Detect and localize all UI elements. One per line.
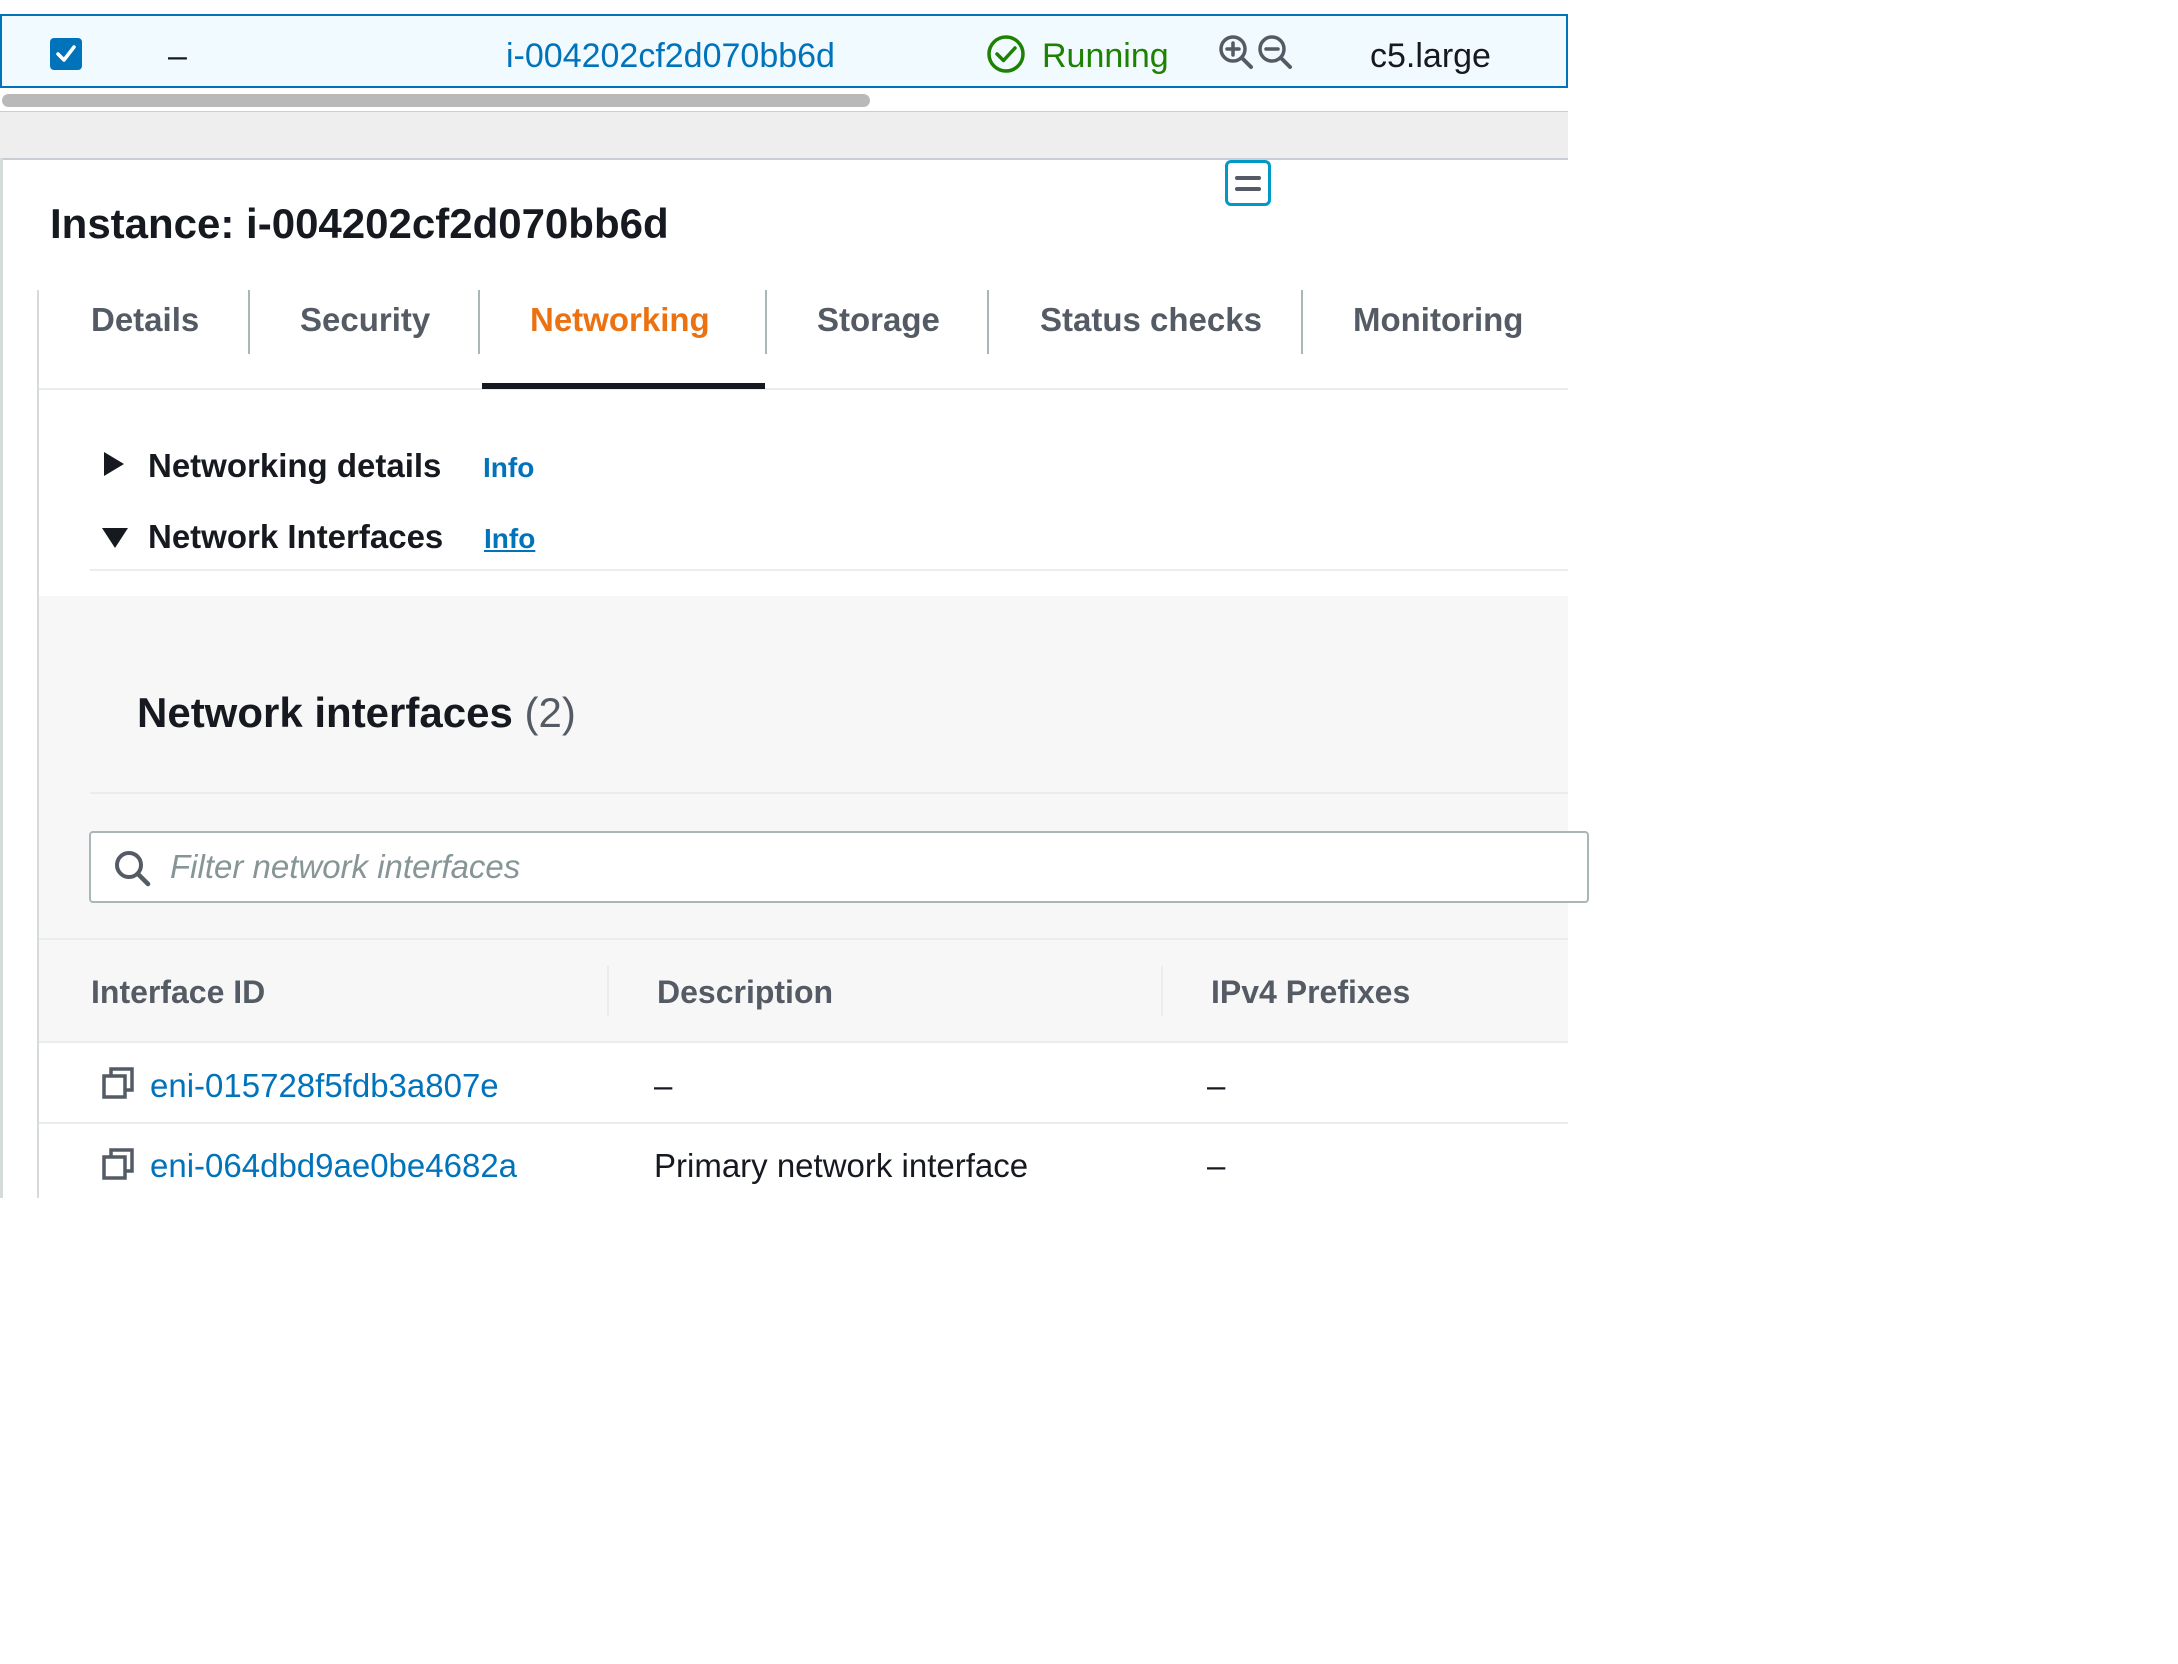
tab-separator — [478, 290, 480, 354]
column-header-interface-id[interactable]: Interface ID — [91, 972, 265, 1012]
instance-id-link[interactable]: i-004202cf2d070bb6d — [506, 36, 835, 76]
caret-right-icon[interactable] — [104, 452, 124, 476]
tab-security[interactable]: Security — [300, 300, 430, 340]
horizontal-scrollbar-thumb[interactable] — [2, 94, 870, 107]
instance-name-cell: – — [168, 37, 187, 75]
interface-id-link[interactable]: eni-015728f5fdb3a807e — [150, 1066, 499, 1106]
description-cell: Primary network interface — [654, 1147, 1029, 1184]
instance-state-text: Running — [1042, 37, 1169, 75]
tab-separator — [765, 290, 767, 354]
tab-details[interactable]: Details — [91, 300, 199, 340]
tab-status-checks[interactable]: Status checks — [1040, 300, 1262, 340]
copy-icon[interactable] — [101, 1066, 137, 1107]
network-interfaces-title: Network interfaces — [137, 689, 513, 736]
table-header-divider — [90, 792, 1568, 794]
interface-id-link[interactable]: eni-064dbd9ae0be4682a — [150, 1146, 517, 1186]
instance-type-cell: c5.large — [1370, 37, 1491, 75]
selected-instance-row[interactable]: – i-004202cf2d070bb6d Running c5.large — [0, 14, 1568, 88]
column-separator[interactable] — [1161, 966, 1163, 1016]
network-interfaces-toggle[interactable]: Network Interfaces — [148, 517, 443, 557]
copy-icon[interactable] — [101, 1147, 137, 1188]
search-icon — [112, 848, 152, 893]
table-top-divider — [39, 938, 1568, 940]
column-header-description[interactable]: Description — [657, 972, 833, 1012]
panel-left-border — [0, 158, 3, 1198]
status-ok-icon — [986, 34, 1026, 79]
active-tab-indicator — [482, 383, 765, 389]
zoom-out-icon[interactable] — [1255, 32, 1295, 77]
networking-details-toggle[interactable]: Networking details — [148, 446, 441, 486]
networking-details-info-link[interactable]: Info — [483, 450, 534, 486]
network-interfaces-info-link[interactable]: Info — [484, 521, 535, 557]
filter-network-interfaces-input[interactable] — [170, 843, 1550, 891]
split-panel-divider — [0, 112, 1568, 160]
tab-storage[interactable]: Storage — [817, 300, 940, 340]
tab-separator — [1301, 290, 1303, 354]
column-separator[interactable] — [607, 966, 609, 1016]
caret-down-icon[interactable] — [102, 528, 128, 548]
tab-networking[interactable]: Networking — [530, 300, 710, 340]
description-cell: – — [654, 1067, 673, 1104]
checkbox-checked-icon[interactable] — [50, 38, 82, 70]
tab-bar — [39, 290, 1568, 390]
section-divider — [90, 569, 1568, 571]
tab-separator — [248, 290, 250, 354]
network-interfaces-heading: Network interfaces (2) — [137, 688, 576, 738]
zoom-in-icon[interactable] — [1216, 32, 1256, 77]
tab-separator — [987, 290, 989, 354]
column-header-ipv4-prefixes[interactable]: IPv4 Prefixes — [1211, 972, 1410, 1012]
tab-monitoring[interactable]: Monitoring — [1353, 300, 1523, 340]
instance-title: Instance: i-004202cf2d070bb6d — [50, 200, 669, 247]
resize-handle-icon[interactable] — [1225, 160, 1271, 206]
network-interfaces-count: (2) — [524, 689, 576, 736]
ipv4-prefixes-cell: – — [1207, 1147, 1226, 1184]
ipv4-prefixes-cell: – — [1207, 1067, 1226, 1104]
